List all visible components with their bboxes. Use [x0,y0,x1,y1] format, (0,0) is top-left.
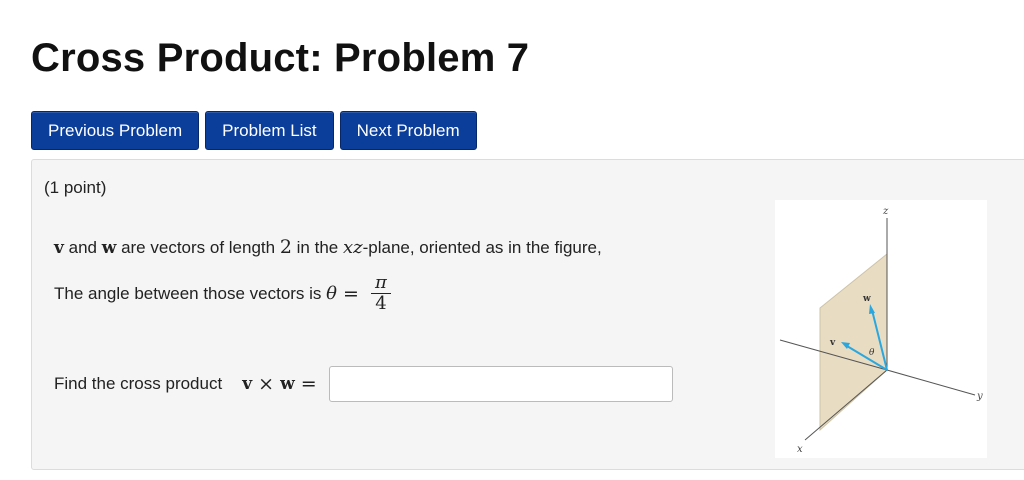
problem-panel: (1 point) v and w are vectors of length … [31,159,1024,470]
v-vector-label: v [829,338,836,348]
angle-numerator: π [375,272,387,293]
next-problem-button[interactable]: Next Problem [339,111,477,150]
cross-product-prompt: Find the cross product v × w = [54,366,673,402]
angle-denominator: 4 [375,293,387,314]
text-vectors-of-length: are vectors of length [116,238,280,257]
y-axis [886,369,976,396]
vector-w-symbol: w [101,238,117,258]
problem-statement: v and w are vectors of length 2 in the x… [54,236,602,258]
theta-symbol: θ [326,283,338,304]
length-value: 2 [279,236,292,258]
text-plane-oriented: -plane, oriented as in the figure, [362,238,602,257]
theta-label: θ [869,348,875,358]
angle-fraction: π 4 [371,273,391,314]
text-and: and [63,238,102,257]
previous-problem-button[interactable]: Previous Problem [31,111,200,150]
cross-v-symbol: v [242,374,253,394]
find-text: Find the cross product [54,374,223,393]
w-vector-label: w [862,294,871,304]
cross-equals-symbol: = [294,373,317,395]
equals-symbol: = [337,282,366,305]
y-axis-label: y [976,391,983,402]
vector-v-symbol: v [54,238,64,258]
times-symbol: × [252,373,281,395]
page-title: Cross Product: Problem 7 [31,36,530,80]
text-in-the: in the [291,238,343,257]
cross-w-symbol: w [280,374,295,394]
point-value: (1 point) [44,178,107,197]
angle-statement: The angle between those vectors is θ = π… [54,273,391,314]
plane-variables: xz [342,237,363,258]
vector-figure: z y x w v θ [775,200,987,458]
z-axis-label: z [882,206,889,217]
problem-navigation: Previous Problem Problem List Next Probl… [31,111,477,150]
vector-diagram: z y x w v θ [779,206,983,455]
angle-text: The angle between those vectors is [54,283,327,303]
answer-input[interactable] [328,366,673,402]
problem-list-button[interactable]: Problem List [205,111,334,150]
x-axis-label: x [797,444,803,455]
